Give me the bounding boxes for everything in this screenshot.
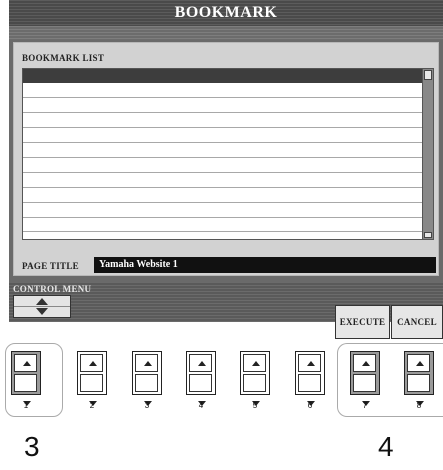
arrow-up-icon xyxy=(307,361,315,366)
control-menu-label: CONTROL MENU xyxy=(13,284,92,294)
hardware-button-number: 3 xyxy=(144,401,150,410)
cancel-button[interactable]: CANCEL xyxy=(391,305,443,339)
hardware-button-number: 8 xyxy=(416,401,422,410)
bookmark-list-row[interactable] xyxy=(23,217,423,218)
scrollbar-bottom-handle[interactable] xyxy=(424,232,432,238)
bookmark-list-row[interactable] xyxy=(23,112,423,113)
arrow-up-icon xyxy=(198,361,206,366)
hardware-button-3[interactable] xyxy=(132,351,162,406)
hardware-button-number: 2 xyxy=(89,401,95,410)
page-title-label: PAGE TITLE xyxy=(22,261,79,271)
hardware-button-8[interactable] xyxy=(404,351,434,406)
hardware-button-5[interactable] xyxy=(240,351,270,406)
bookmark-panel: BOOKMARK LIST PAGE TITLE Yamaha Website … xyxy=(13,42,439,276)
arrow-down-icon xyxy=(36,308,48,315)
bookmark-list-row[interactable] xyxy=(23,172,423,173)
list-scrollbar[interactable] xyxy=(422,69,433,239)
bookmark-list-row[interactable] xyxy=(23,157,423,158)
title-strip xyxy=(9,26,443,40)
arrow-up-icon xyxy=(416,361,424,366)
arrow-up-icon xyxy=(362,361,370,366)
bookmark-list-row[interactable] xyxy=(23,97,423,98)
hardware-button-number: 1 xyxy=(23,401,29,410)
bookmark-list-row[interactable] xyxy=(23,202,423,203)
hardware-button-1[interactable] xyxy=(11,351,41,406)
scrollbar-top-handle[interactable] xyxy=(424,70,432,80)
callout-step-3: 3 xyxy=(24,431,40,462)
page-title: BOOKMARK xyxy=(174,4,278,21)
arrow-up-icon xyxy=(36,298,48,305)
arrow-up-icon xyxy=(252,361,260,366)
arrow-up-icon xyxy=(89,361,97,366)
arrow-up-icon xyxy=(144,361,152,366)
bookmark-list-row[interactable] xyxy=(23,231,423,232)
display-screen: BOOKMARK BOOKMARK LIST PAGE TITLE Yamaha… xyxy=(9,0,443,322)
hardware-button-4[interactable] xyxy=(186,351,216,406)
hardware-button-number: 7 xyxy=(362,401,368,410)
bookmark-list-selected-row[interactable] xyxy=(23,69,423,83)
hardware-button-2[interactable] xyxy=(77,351,107,406)
execute-button[interactable]: EXECUTE xyxy=(335,305,390,339)
page-title-field[interactable]: Yamaha Website 1 xyxy=(94,257,436,273)
bookmark-list-label: BOOKMARK LIST xyxy=(22,53,105,63)
bookmark-list[interactable] xyxy=(22,68,434,240)
hardware-button-number: 5 xyxy=(252,401,258,410)
hardware-button-6[interactable] xyxy=(295,351,325,406)
bookmark-list-row[interactable] xyxy=(23,127,423,128)
title-bar: BOOKMARK xyxy=(9,0,443,40)
hardware-button-number: 6 xyxy=(307,401,313,410)
control-menu-up-down-button[interactable] xyxy=(13,295,71,318)
hardware-button-7[interactable] xyxy=(350,351,380,406)
bookmark-list-row[interactable] xyxy=(23,187,423,188)
hardware-button-number: 4 xyxy=(198,401,204,410)
callout-step-4: 4 xyxy=(378,431,394,462)
arrow-up-icon xyxy=(23,361,31,366)
bookmark-list-row[interactable] xyxy=(23,142,423,143)
